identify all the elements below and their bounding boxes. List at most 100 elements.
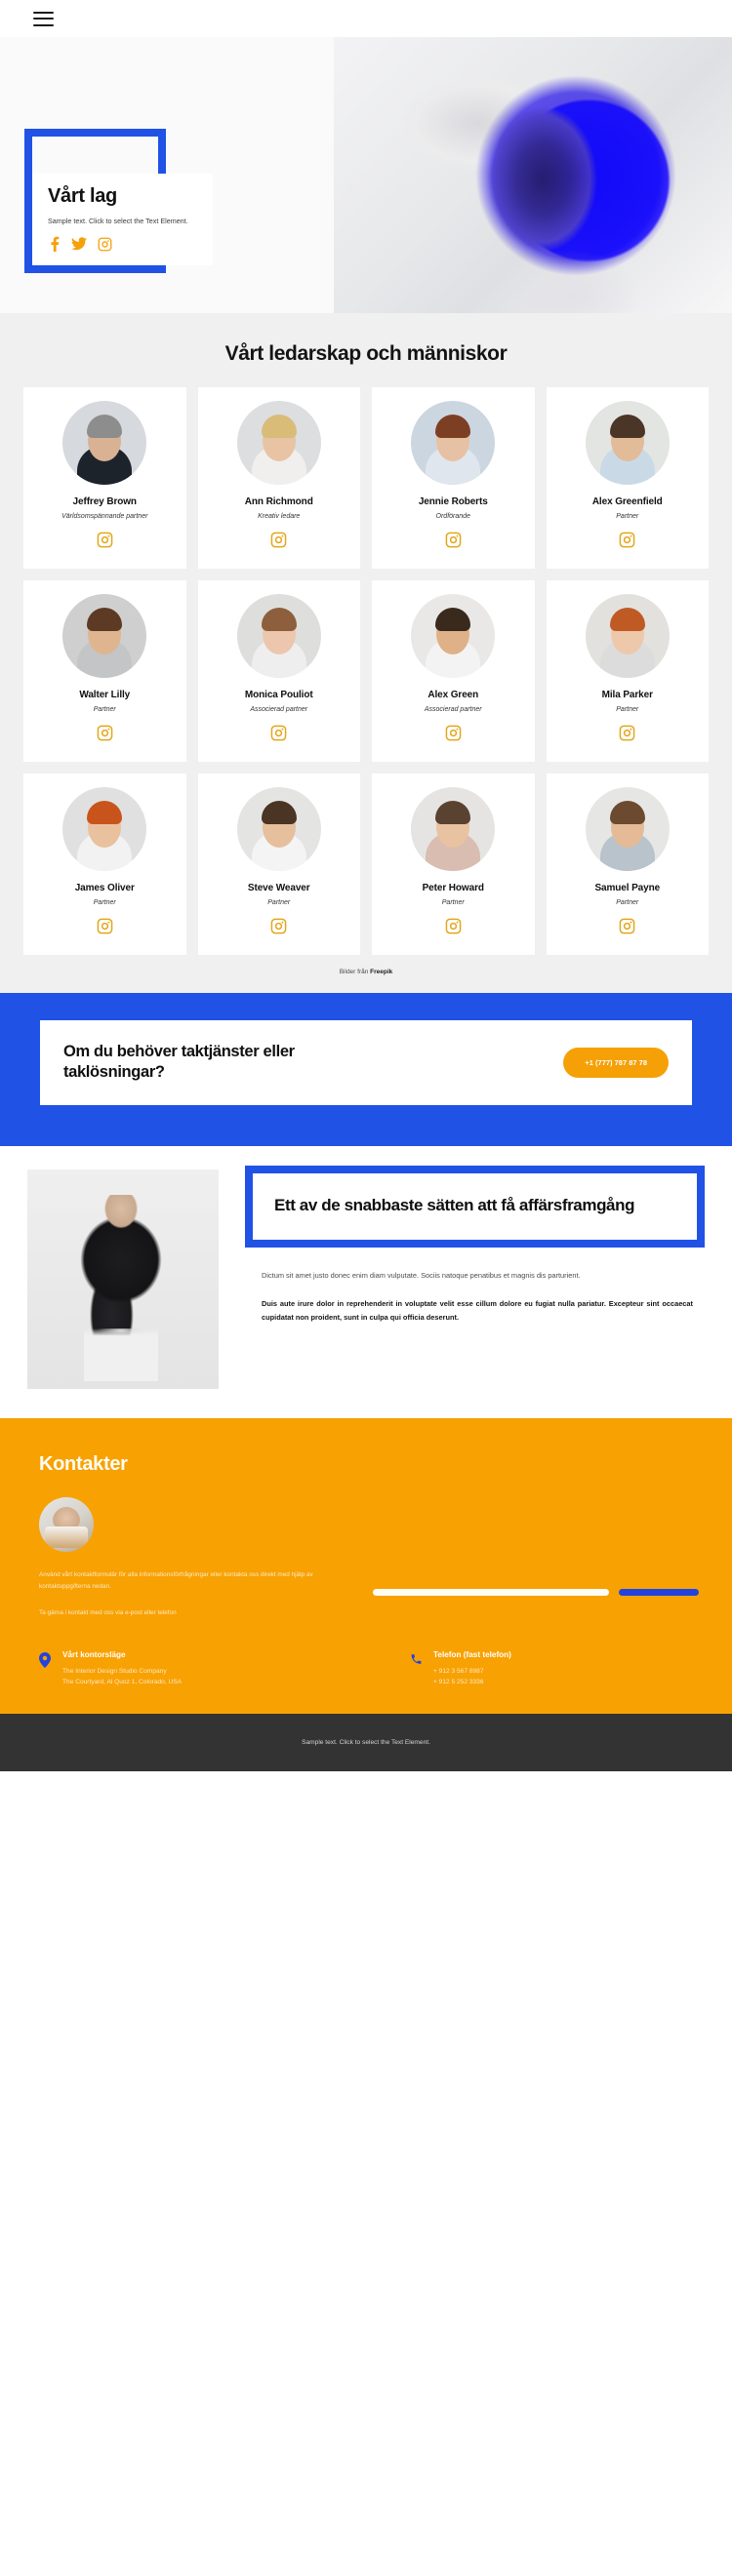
instagram-icon[interactable] bbox=[445, 918, 462, 939]
avatar bbox=[62, 401, 147, 485]
team-member-card[interactable]: Walter Lilly Partner bbox=[23, 580, 186, 762]
team-member-social bbox=[380, 532, 527, 553]
team-member-card[interactable]: Alex Green Associerad partner bbox=[372, 580, 535, 762]
team-member-name: Steve Weaver bbox=[247, 883, 310, 893]
cta-phone-button[interactable]: +1 (777) 787 87 78 bbox=[563, 1047, 669, 1078]
success-heading: Ett av de snabbaste sätten att få affärs… bbox=[274, 1196, 635, 1215]
team-member-card[interactable]: Monica Pouliot Associerad partner bbox=[197, 580, 360, 762]
avatar bbox=[585, 401, 670, 485]
cta-headline: Om du behöver taktjänster eller taklösni… bbox=[63, 1043, 295, 1082]
success-paragraph-bold: Duis aute irure dolor in reprehenderit i… bbox=[262, 1299, 693, 1322]
cta-card: Om du behöver taktjänster eller taklösni… bbox=[40, 1020, 692, 1106]
image-credit: Bilder från Freepik bbox=[23, 969, 709, 975]
hero-image bbox=[334, 37, 732, 313]
team-member-role: Partner bbox=[441, 899, 465, 906]
instagram-icon[interactable] bbox=[445, 725, 462, 746]
phone-block: Telefon (fast telefon) + 912 3 567 8987 … bbox=[410, 1650, 511, 1688]
instagram-icon[interactable] bbox=[619, 918, 635, 939]
image-credit-link[interactable]: Freepik bbox=[370, 969, 392, 975]
avatar bbox=[236, 594, 321, 678]
team-member-name: Walter Lilly bbox=[79, 690, 131, 700]
hamburger-line bbox=[33, 11, 54, 14]
team-member-social bbox=[31, 918, 179, 939]
instagram-icon[interactable] bbox=[619, 532, 635, 553]
phone-line-1: + 912 3 567 8987 bbox=[433, 1667, 484, 1675]
team-member-role: Partner bbox=[616, 899, 639, 906]
avatar bbox=[411, 594, 496, 678]
success-content: Ett av de snabbaste sätten att få affärs… bbox=[219, 1166, 705, 1389]
team-member-card[interactable]: Ann Richmond Kreativ ledare bbox=[197, 387, 360, 569]
avatar bbox=[411, 787, 496, 871]
hero-subtitle: Sample text. Click to select the Text El… bbox=[48, 217, 188, 225]
instagram-icon[interactable] bbox=[98, 237, 112, 252]
team-member-card[interactable]: Jennie Roberts Ordförande bbox=[372, 387, 535, 569]
phone-title: Telefon (fast telefon) bbox=[433, 1649, 511, 1659]
contacts-intro: Använd vårt kontaktformulär för alla inf… bbox=[39, 1571, 313, 1591]
avatar bbox=[585, 787, 670, 871]
team-member-social bbox=[380, 918, 527, 939]
team-member-role: Associerad partner bbox=[424, 706, 482, 713]
team-member-social bbox=[206, 918, 353, 939]
avatar bbox=[236, 787, 321, 871]
hero-social-links bbox=[48, 236, 197, 253]
team-member-card[interactable]: James Oliver Partner bbox=[23, 773, 186, 955]
team-member-role: Kreativ ledare bbox=[258, 513, 301, 520]
team-member-card[interactable]: Steve Weaver Partner bbox=[197, 773, 360, 955]
team-member-name: Monica Pouliot bbox=[244, 690, 313, 700]
instagram-icon[interactable] bbox=[97, 725, 113, 746]
facebook-icon[interactable] bbox=[48, 236, 61, 253]
team-member-name: Jennie Roberts bbox=[418, 496, 488, 507]
team-member-name: Jeffrey Brown bbox=[72, 496, 137, 507]
instagram-icon[interactable] bbox=[270, 532, 287, 553]
contacts-details: Vårt kontorsläge The Interior Design Stu… bbox=[33, 1650, 699, 1688]
hero-card: Vårt lag Sample text. Click to select th… bbox=[32, 174, 213, 266]
team-member-name: Alex Greenfield bbox=[591, 496, 663, 507]
instagram-icon[interactable] bbox=[445, 532, 462, 553]
team-member-card[interactable]: Peter Howard Partner bbox=[372, 773, 535, 955]
avatar bbox=[236, 401, 321, 485]
success-body: Dictum sit amet justo donec enim diam vu… bbox=[230, 1248, 705, 1324]
team-member-social bbox=[554, 532, 702, 553]
team-member-card[interactable]: Samuel Payne Partner bbox=[546, 773, 709, 955]
contacts-secondary: Ta gärna i kontakt med oss via e-post el… bbox=[39, 1608, 177, 1616]
team-member-role: Ordförande bbox=[435, 513, 470, 520]
team-member-name: Peter Howard bbox=[422, 883, 484, 893]
avatar bbox=[62, 787, 147, 871]
top-bar bbox=[0, 0, 732, 37]
contact-form-submit[interactable] bbox=[619, 1588, 699, 1596]
team-heading: Vårt ledarskap och människor bbox=[224, 342, 508, 365]
footer-text: Sample text. Click to select the Text El… bbox=[302, 1738, 430, 1746]
instagram-icon[interactable] bbox=[97, 918, 113, 939]
instagram-icon[interactable] bbox=[270, 725, 287, 746]
team-member-social bbox=[31, 725, 179, 746]
team-member-name: Mila Parker bbox=[601, 690, 653, 700]
office-title: Vårt kontorsläge bbox=[62, 1649, 126, 1659]
team-member-card[interactable]: Jeffrey Brown Världsomspännande partner bbox=[23, 387, 186, 569]
avatar bbox=[62, 594, 147, 678]
hamburger-menu-icon[interactable] bbox=[33, 11, 54, 26]
success-heading-frame: Ett av de snabbaste sätten att få affärs… bbox=[245, 1166, 705, 1248]
contact-form bbox=[373, 1497, 699, 1633]
team-member-role: Partner bbox=[93, 706, 116, 713]
hamburger-line bbox=[33, 18, 54, 20]
team-member-role: Partner bbox=[267, 899, 291, 906]
team-member-role: Världsomspännande partner bbox=[61, 513, 148, 520]
team-member-role: Partner bbox=[616, 706, 639, 713]
team-member-name: Alex Green bbox=[427, 690, 479, 700]
contacts-left: Använd vårt kontaktformulär för alla inf… bbox=[33, 1497, 355, 1633]
instagram-icon[interactable] bbox=[97, 532, 113, 553]
phone-icon bbox=[410, 1650, 424, 1688]
instagram-icon[interactable] bbox=[619, 725, 635, 746]
contact-form-input[interactable] bbox=[373, 1588, 609, 1596]
team-member-card[interactable]: Mila Parker Partner bbox=[546, 580, 709, 762]
team-member-name: Ann Richmond bbox=[244, 496, 313, 507]
instagram-icon[interactable] bbox=[270, 918, 287, 939]
office-line-1: The Interior Design Studio Company bbox=[62, 1667, 167, 1675]
avatar bbox=[585, 594, 670, 678]
team-member-role: Associerad partner bbox=[250, 706, 308, 713]
team-grid: Jeffrey Brown Världsomspännande partner An… bbox=[23, 387, 709, 955]
team-member-card[interactable]: Alex Greenfield Partner bbox=[546, 387, 709, 569]
contacts-top: Använd vårt kontaktformulär för alla inf… bbox=[33, 1497, 699, 1633]
twitter-icon[interactable] bbox=[71, 236, 87, 252]
team-member-role: Partner bbox=[93, 899, 116, 906]
